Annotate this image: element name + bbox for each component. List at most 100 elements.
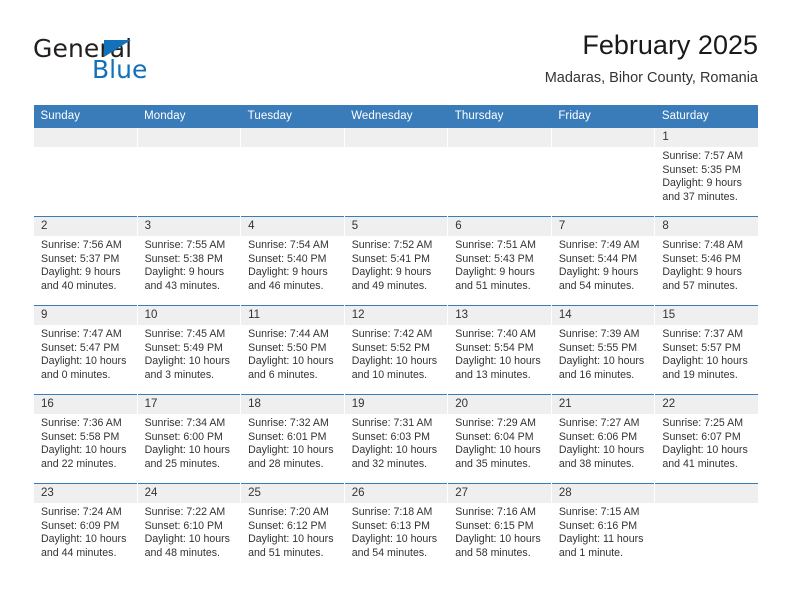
- day-number: [448, 128, 551, 147]
- sunset-text: Sunset: 6:01 PM: [248, 430, 327, 443]
- day-cell-content: 10 Sunrise: 7:45 AM Sunset: 5:49 PM Dayligh…: [137, 306, 241, 394]
- daylight-text: Daylight: 9 hours and 40 minutes.: [41, 266, 121, 292]
- page-header: General Blue February 2025 Madaras, Biho…: [33, 28, 758, 98]
- day-cell-content: 2 Sunrise: 7:56 AM Sunset: 5:37 PM Daylight…: [34, 217, 137, 305]
- calendar-day-cell[interactable]: 24 Sunrise: 7:22 AM Sunset: 6:10 PM Dayligh…: [136, 483, 241, 572]
- daylight-text: Daylight: 10 hours and 19 minutes.: [662, 355, 748, 381]
- calendar-day-cell[interactable]: 25 Sunrise: 7:20 AM Sunset: 6:12 PM Dayligh…: [240, 483, 345, 572]
- day-sun-info: Sunrise: 7:47 AM Sunset: 5:47 PM Daylight:…: [34, 325, 137, 382]
- calendar-day-cell[interactable]: 7 Sunrise: 7:49 AM Sunset: 5:44 PM Daylight…: [550, 216, 655, 306]
- calendar-day-cell[interactable]: 10 Sunrise: 7:45 AM Sunset: 5:49 PM Dayligh…: [136, 305, 241, 395]
- calendar-day-cell[interactable]: [136, 127, 241, 217]
- daylight-text: Daylight: 10 hours and 38 minutes.: [558, 444, 645, 470]
- calendar-day-cell[interactable]: 5 Sunrise: 7:52 AM Sunset: 5:41 PM Daylight…: [343, 216, 448, 306]
- day-sun-info: Sunrise: 7:20 AM Sunset: 6:12 PM Daylight:…: [241, 503, 344, 560]
- calendar-grid: Sunday Monday Tuesday Wednesday Thursday…: [33, 105, 759, 572]
- sunset-text: Sunset: 5:35 PM: [662, 163, 741, 176]
- calendar-day-cell[interactable]: [33, 127, 138, 217]
- daylight-text: Daylight: 9 hours and 49 minutes.: [351, 266, 432, 292]
- day-number: 19: [344, 395, 448, 414]
- calendar-day-cell[interactable]: [654, 483, 759, 572]
- calendar-day-cell[interactable]: 26 Sunrise: 7:18 AM Sunset: 6:13 PM Dayligh…: [343, 483, 448, 572]
- sunset-text: Sunset: 5:54 PM: [455, 341, 534, 354]
- daylight-text: Daylight: 10 hours and 0 minutes.: [41, 355, 127, 381]
- day-sun-info: Sunrise: 7:52 AM Sunset: 5:41 PM Daylight:…: [345, 236, 448, 293]
- sunrise-text: Sunrise: 7:39 AM: [558, 328, 640, 340]
- day-sun-info: Sunrise: 7:15 AM Sunset: 6:16 PM Daylight:…: [552, 503, 655, 560]
- sunrise-text: Sunrise: 7:48 AM: [662, 239, 744, 251]
- calendar-week-row: 16 Sunrise: 7:36 AM Sunset: 5:58 PM Dayligh…: [33, 394, 759, 484]
- calendar-day-cell[interactable]: [343, 127, 448, 217]
- calendar-day-cell[interactable]: 12 Sunrise: 7:42 AM Sunset: 5:52 PM Dayligh…: [343, 305, 448, 395]
- calendar-day-cell[interactable]: 18 Sunrise: 7:32 AM Sunset: 6:01 PM Dayligh…: [240, 394, 345, 484]
- calendar-day-cell[interactable]: 6 Sunrise: 7:51 AM Sunset: 5:43 PM Daylight…: [447, 216, 552, 306]
- calendar-day-cell[interactable]: 13 Sunrise: 7:40 AM Sunset: 5:54 PM Dayligh…: [447, 305, 552, 395]
- calendar-day-cell[interactable]: [447, 127, 552, 217]
- day-cell-content: 15 Sunrise: 7:37 AM Sunset: 5:57 PM Dayligh…: [655, 306, 759, 394]
- calendar-day-cell[interactable]: 23 Sunrise: 7:24 AM Sunset: 6:09 PM Dayligh…: [33, 483, 138, 572]
- sunset-text: Sunset: 5:57 PM: [662, 341, 741, 354]
- calendar-day-cell[interactable]: 1 Sunrise: 7:57 AM Sunset: 5:35 PM Daylight…: [654, 127, 759, 217]
- calendar-day-cell[interactable]: 16 Sunrise: 7:36 AM Sunset: 5:58 PM Dayligh…: [33, 394, 138, 484]
- daylight-text: Daylight: 10 hours and 22 minutes.: [41, 444, 127, 470]
- calendar-day-cell[interactable]: 15 Sunrise: 7:37 AM Sunset: 5:57 PM Dayligh…: [654, 305, 759, 395]
- calendar-day-cell[interactable]: [550, 127, 655, 217]
- calendar-day-cell[interactable]: 9 Sunrise: 7:47 AM Sunset: 5:47 PM Daylight…: [33, 305, 138, 395]
- day-cell-content: 16 Sunrise: 7:36 AM Sunset: 5:58 PM Dayligh…: [34, 395, 137, 483]
- calendar-day-cell[interactable]: 21 Sunrise: 7:27 AM Sunset: 6:06 PM Dayligh…: [550, 394, 655, 484]
- sunrise-text: Sunrise: 7:18 AM: [351, 506, 433, 518]
- calendar-day-cell[interactable]: 2 Sunrise: 7:56 AM Sunset: 5:37 PM Daylight…: [33, 216, 138, 306]
- calendar-day-cell[interactable]: 14 Sunrise: 7:39 AM Sunset: 5:55 PM Dayligh…: [550, 305, 655, 395]
- day-number: [655, 484, 759, 503]
- sunrise-text: Sunrise: 7:37 AM: [662, 328, 744, 340]
- calendar-day-cell[interactable]: 8 Sunrise: 7:48 AM Sunset: 5:46 PM Daylight…: [654, 216, 759, 306]
- weekday-wednesday: Wednesday: [344, 105, 448, 128]
- day-sun-info: Sunrise: 7:22 AM Sunset: 6:10 PM Daylight:…: [138, 503, 241, 560]
- calendar-day-cell[interactable]: 19 Sunrise: 7:31 AM Sunset: 6:03 PM Dayligh…: [343, 394, 448, 484]
- daylight-text: Daylight: 9 hours and 46 minutes.: [248, 266, 328, 292]
- page-subtitle: Madaras, Bihor County, Romania: [544, 70, 758, 86]
- daylight-text: Daylight: 10 hours and 32 minutes.: [351, 444, 438, 470]
- day-cell-content: 14 Sunrise: 7:39 AM Sunset: 5:55 PM Dayligh…: [551, 306, 655, 394]
- calendar-day-cell[interactable]: 4 Sunrise: 7:54 AM Sunset: 5:40 PM Daylight…: [240, 216, 345, 306]
- sunset-text: Sunset: 5:47 PM: [41, 341, 120, 354]
- day-sun-info: Sunrise: 7:45 AM Sunset: 5:49 PM Daylight:…: [138, 325, 241, 382]
- calendar-day-cell[interactable]: 17 Sunrise: 7:34 AM Sunset: 6:00 PM Dayligh…: [136, 394, 241, 484]
- sunset-text: Sunset: 5:50 PM: [248, 341, 327, 354]
- sunrise-text: Sunrise: 7:40 AM: [455, 328, 536, 340]
- day-cell-content: [137, 128, 241, 216]
- calendar-day-cell[interactable]: 27 Sunrise: 7:16 AM Sunset: 6:15 PM Dayligh…: [447, 483, 552, 572]
- daylight-text: Daylight: 10 hours and 3 minutes.: [144, 355, 230, 381]
- sunrise-text: Sunrise: 7:16 AM: [455, 506, 536, 518]
- day-number: [34, 128, 137, 147]
- sunset-text: Sunset: 6:06 PM: [558, 430, 638, 443]
- day-number: 13: [448, 306, 551, 325]
- day-number: 20: [448, 395, 551, 414]
- day-cell-content: 21 Sunrise: 7:27 AM Sunset: 6:06 PM Dayligh…: [551, 395, 655, 483]
- day-cell-content: 23 Sunrise: 7:24 AM Sunset: 6:09 PM Dayligh…: [34, 484, 137, 572]
- sunset-text: Sunset: 6:04 PM: [455, 430, 534, 443]
- sunset-text: Sunset: 5:37 PM: [41, 252, 120, 265]
- logo-text-blue: Blue: [92, 55, 148, 84]
- calendar-day-cell[interactable]: 11 Sunrise: 7:44 AM Sunset: 5:50 PM Dayligh…: [240, 305, 345, 395]
- day-cell-content: 12 Sunrise: 7:42 AM Sunset: 5:52 PM Dayligh…: [344, 306, 448, 394]
- general-blue-logo[interactable]: General Blue: [33, 34, 273, 90]
- daylight-text: Daylight: 9 hours and 51 minutes.: [455, 266, 535, 292]
- day-sun-info: Sunrise: 7:55 AM Sunset: 5:38 PM Daylight:…: [138, 236, 241, 293]
- day-cell-content: [344, 128, 448, 216]
- calendar-day-cell[interactable]: 20 Sunrise: 7:29 AM Sunset: 6:04 PM Dayligh…: [447, 394, 552, 484]
- calendar-day-cell[interactable]: 28 Sunrise: 7:15 AM Sunset: 6:16 PM Dayligh…: [550, 483, 655, 572]
- calendar-week-row: 1 Sunrise: 7:57 AM Sunset: 5:35 PM Daylight…: [33, 127, 759, 217]
- calendar-day-cell[interactable]: 22 Sunrise: 7:25 AM Sunset: 6:07 PM Dayligh…: [654, 394, 759, 484]
- day-number: 17: [137, 395, 241, 414]
- calendar-day-cell[interactable]: [240, 127, 345, 217]
- day-cell-content: 3 Sunrise: 7:55 AM Sunset: 5:38 PM Daylight…: [137, 217, 241, 305]
- calendar-day-cell[interactable]: 3 Sunrise: 7:55 AM Sunset: 5:38 PM Daylight…: [136, 216, 241, 306]
- day-number: 14: [551, 306, 655, 325]
- sunrise-text: Sunrise: 7:42 AM: [351, 328, 433, 340]
- daylight-text: Daylight: 9 hours and 37 minutes.: [662, 177, 742, 203]
- sunrise-text: Sunrise: 7:49 AM: [558, 239, 640, 251]
- day-sun-info: Sunrise: 7:48 AM Sunset: 5:46 PM Daylight:…: [655, 236, 758, 293]
- sunset-text: Sunset: 6:03 PM: [351, 430, 431, 443]
- day-number: 24: [137, 484, 241, 503]
